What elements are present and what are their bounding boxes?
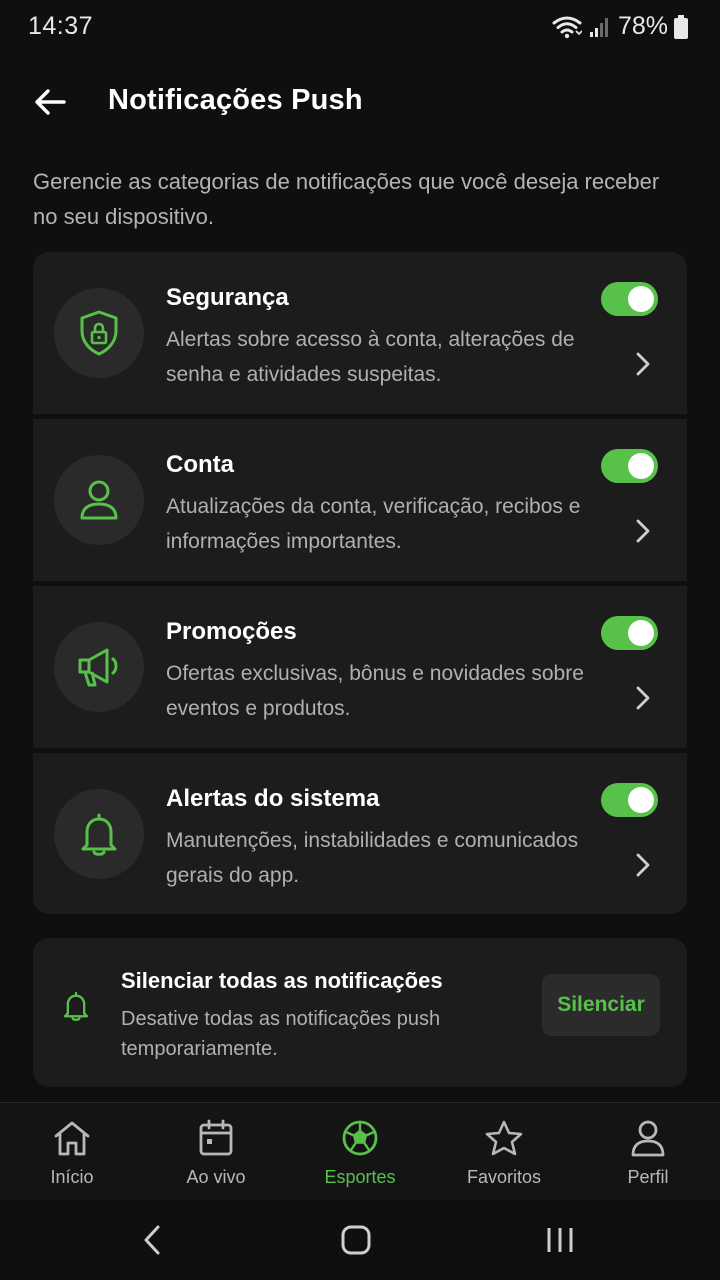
mute-title: Silenciar todas as notificações	[121, 968, 443, 993]
mute-all-card: Silenciar todas as notificações Desative…	[33, 938, 687, 1087]
arrow-left-icon	[34, 88, 66, 121]
system-back-icon[interactable]	[122, 1220, 182, 1260]
seguranca-toggle[interactable]	[601, 282, 658, 316]
nav-label: Ao vivo	[186, 1167, 246, 1187]
system-home-icon[interactable]	[326, 1220, 386, 1260]
battery-icon	[674, 14, 688, 39]
category-description: Alertas sobre acesso à conta, alterações…	[166, 328, 575, 386]
category-card-seguranca[interactable]: Segurança Alertas sobre acesso à conta, …	[33, 252, 687, 414]
category-card-conta[interactable]: Conta Atualizações da conta, verificação…	[33, 419, 687, 581]
nav-esportes[interactable]: Esportes	[288, 1103, 432, 1201]
nav-label: Perfil	[627, 1167, 669, 1187]
user-icon	[54, 455, 144, 545]
soccer-ball-icon	[341, 1119, 379, 1157]
category-title: Promoções	[166, 618, 297, 645]
status-bar: 14:37 78%	[0, 0, 720, 56]
system-recents-icon[interactable]	[530, 1220, 590, 1260]
intro-text: Gerencie as categorias de notificações q…	[33, 169, 660, 229]
category-title: Conta	[166, 451, 234, 478]
bell-icon	[61, 990, 91, 1027]
signal-icon	[588, 15, 612, 39]
category-description: Manutenções, instabilidades e comunicado…	[166, 829, 579, 887]
chevron-right-icon[interactable]	[633, 517, 653, 545]
nav-inicio[interactable]: Início	[0, 1103, 144, 1201]
status-time: 14:37	[28, 12, 94, 40]
chevron-right-icon[interactable]	[633, 851, 653, 879]
category-description: Ofertas exclusivas, bônus e novidades so…	[166, 662, 584, 720]
category-title: Alertas do sistema	[166, 785, 380, 812]
nav-label: Esportes	[324, 1167, 396, 1187]
app-header: Notificações Push	[0, 70, 720, 134]
shield-lock-icon	[54, 288, 144, 378]
home-icon	[52, 1119, 92, 1157]
nav-label: Início	[50, 1167, 94, 1187]
category-card-alertas-sistema[interactable]: Alertas do sistema Manutenções, instabil…	[33, 753, 687, 914]
chevron-right-icon[interactable]	[633, 684, 653, 712]
nav-ao-vivo[interactable]: Ao vivo	[144, 1103, 288, 1201]
chevron-right-icon[interactable]	[633, 350, 653, 378]
silence-button[interactable]: Silenciar	[542, 974, 660, 1036]
bell-icon	[54, 789, 144, 879]
star-icon	[484, 1119, 524, 1157]
megaphone-icon	[54, 622, 144, 712]
category-list: Segurança Alertas sobre acesso à conta, …	[33, 252, 687, 914]
nav-perfil[interactable]: Perfil	[576, 1103, 720, 1201]
nav-label: Favoritos	[466, 1167, 542, 1187]
nav-favoritos[interactable]: Favoritos	[432, 1103, 576, 1201]
system-navigation-bar	[0, 1200, 720, 1280]
page-title: Notificações Push	[108, 84, 363, 116]
profile-icon	[629, 1119, 667, 1157]
mute-description: Desative todas as notificações push temp…	[121, 1008, 441, 1060]
back-button[interactable]	[24, 78, 76, 130]
category-card-promocoes[interactable]: Promoções Ofertas exclusivas, bônus e no…	[33, 586, 687, 748]
category-description: Atualizações da conta, verificação, reci…	[166, 495, 581, 553]
category-title: Segurança	[166, 284, 289, 311]
battery-percent: 78%	[617, 12, 668, 40]
promocoes-toggle[interactable]	[601, 616, 658, 650]
calendar-icon	[197, 1119, 235, 1157]
bottom-navigation: Início Ao vivo Esportes Favoritos Perfil	[0, 1102, 720, 1201]
status-icons: 78%	[552, 12, 688, 41]
wifi-icon	[552, 15, 582, 39]
conta-toggle[interactable]	[601, 449, 658, 483]
alertas-sistema-toggle[interactable]	[601, 783, 658, 817]
